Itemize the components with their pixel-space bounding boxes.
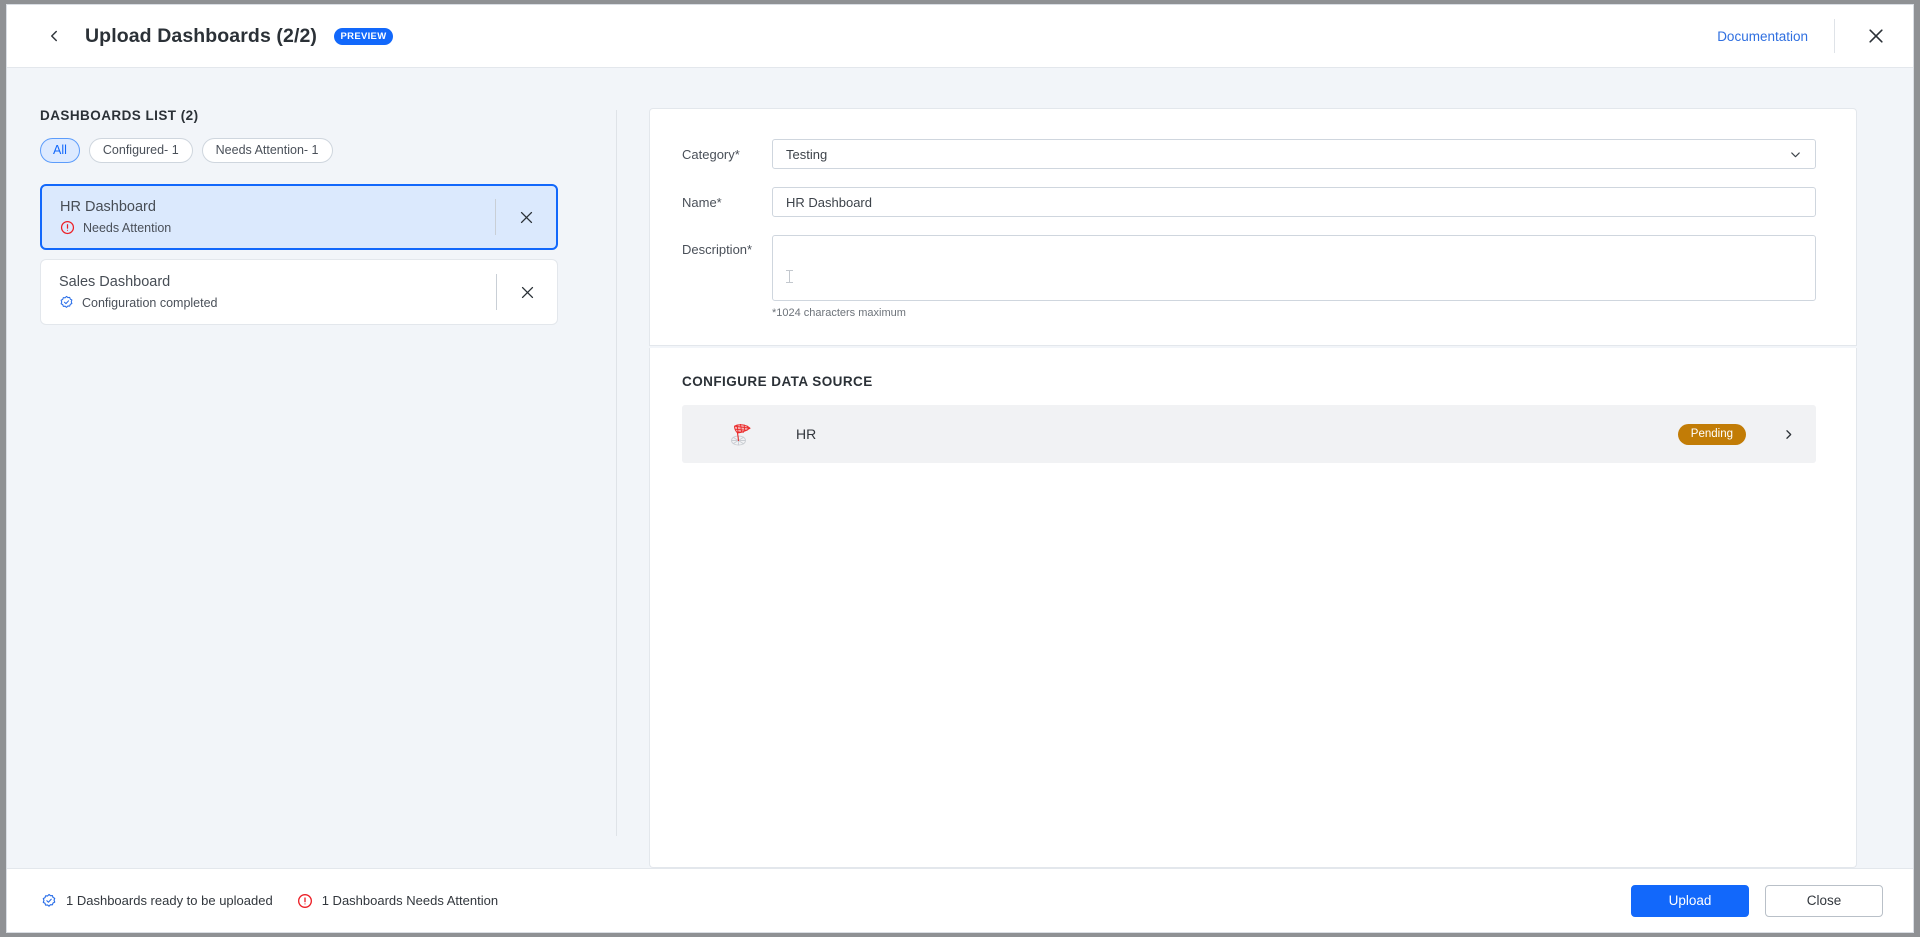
badge-check-icon (60, 295, 73, 308)
preview-badge: PREVIEW (333, 28, 394, 45)
upload-dashboards-dialog: Upload Dashboards (2/2) PREVIEW Document… (6, 4, 1914, 933)
documentation-link[interactable]: Documentation (1717, 29, 1808, 44)
close-icon (520, 211, 532, 223)
ssas-glyph-icon (731, 423, 751, 446)
dashboard-card-hr[interactable]: HR Dashboard Needs Attention (40, 184, 558, 250)
dashboards-list-title: DASHBOARDS LIST (2) (40, 108, 199, 123)
chevron-left-icon (51, 30, 57, 42)
page-title: Upload Dashboards (2/2) PREVIEW (85, 24, 394, 48)
dashboard-card-content: Sales Dashboard Configuration completed (41, 274, 496, 310)
dialog-close-button[interactable] (1861, 21, 1891, 51)
category-select[interactable]: Testing (772, 139, 1816, 169)
dashboard-card-sales[interactable]: Sales Dashboard Configuration completed (40, 259, 558, 325)
data-source-expand-button[interactable] (1746, 427, 1796, 442)
description-label: Description* (682, 242, 753, 257)
filter-chip-group: All Configured- 1 Needs Attention- 1 (40, 138, 617, 163)
description-field-wrap: *1024 characters maximum (772, 235, 1816, 319)
dashboards-list-panel: DASHBOARDS LIST (2) All Configured- 1 Ne… (7, 68, 617, 868)
dashboard-card-status: Configuration completed (59, 295, 496, 310)
description-row: Description* *1024 characters maximum (682, 235, 1816, 319)
category-select-value: Testing (786, 146, 828, 162)
dashboard-card-list: HR Dashboard Needs Attention Sales Dashb… (40, 184, 558, 325)
filter-chip-needs-attention[interactable]: Needs Attention- 1 (201, 138, 333, 163)
footer-status-attention: 1 Dashboards Needs Attention (297, 893, 498, 909)
close-icon (1869, 29, 1883, 43)
category-row: Category* Testing (682, 139, 1816, 169)
dashboard-card-status-text: Needs Attention (83, 220, 172, 235)
text-cursor-icon (786, 270, 793, 283)
data-source-section-title: CONFIGURE DATA SOURCE (682, 374, 873, 389)
remove-dashboard-button[interactable] (496, 186, 556, 248)
dialog-header: Upload Dashboards (2/2) PREVIEW Document… (7, 5, 1913, 68)
dialog-footer: 1 Dashboards ready to be uploaded 1 Dash… (7, 868, 1913, 932)
footer-status-ready-text: 1 Dashboards ready to be uploaded (66, 893, 273, 908)
chevron-right-icon (1786, 429, 1792, 439)
header-divider (1834, 19, 1835, 53)
dashboard-card-status: Needs Attention (60, 220, 495, 235)
configure-data-source-card: CONFIGURE DATA SOURCE HR Pending (649, 348, 1857, 868)
data-source-row[interactable]: HR Pending (682, 405, 1816, 463)
dialog-body: DASHBOARDS LIST (2) All Configured- 1 Ne… (7, 68, 1913, 868)
chevron-down-icon (1791, 151, 1800, 157)
data-source-status-badge: Pending (1677, 423, 1746, 445)
dashboard-details-panel: Category* Testing Name* HR Dashboard Des… (617, 68, 1913, 868)
description-textarea[interactable] (772, 235, 1816, 301)
dashboard-form-card: Category* Testing Name* HR Dashboard Des… (649, 108, 1857, 346)
remove-dashboard-button[interactable] (497, 260, 557, 324)
name-input[interactable]: HR Dashboard (772, 187, 1816, 217)
name-input-value: HR Dashboard (786, 194, 872, 210)
footer-status-ready: 1 Dashboards ready to be uploaded (41, 893, 273, 909)
name-label: Name* (682, 195, 722, 210)
category-field-wrap: Testing (772, 139, 1816, 169)
name-field-wrap: HR Dashboard (772, 187, 1816, 217)
close-button[interactable]: Close (1765, 884, 1883, 917)
badge-check-icon (42, 893, 56, 907)
back-button[interactable] (37, 19, 71, 53)
data-source-name: HR (796, 426, 817, 442)
dashboard-card-content: HR Dashboard Needs Attention (42, 199, 495, 235)
category-label: Category* (682, 147, 740, 162)
dashboard-card-name: Sales Dashboard (59, 274, 171, 290)
filter-chip-configured[interactable]: Configured- 1 (88, 138, 193, 163)
close-icon (521, 286, 533, 298)
description-hint: *1024 characters maximum (772, 307, 906, 319)
dashboard-card-name: HR Dashboard (60, 199, 156, 215)
dashboard-card-status-text: Configuration completed (82, 295, 218, 310)
page-title-text: Upload Dashboards (2/2) (85, 24, 318, 47)
filter-chip-all[interactable]: All (40, 138, 80, 163)
alert-circle-icon (297, 893, 312, 908)
alert-circle-icon (60, 220, 75, 235)
name-row: Name* HR Dashboard (682, 187, 1816, 217)
sql-server-analysis-services-icon (724, 418, 758, 450)
upload-button[interactable]: Upload (1631, 884, 1749, 917)
footer-status-attention-text: 1 Dashboards Needs Attention (321, 893, 499, 908)
